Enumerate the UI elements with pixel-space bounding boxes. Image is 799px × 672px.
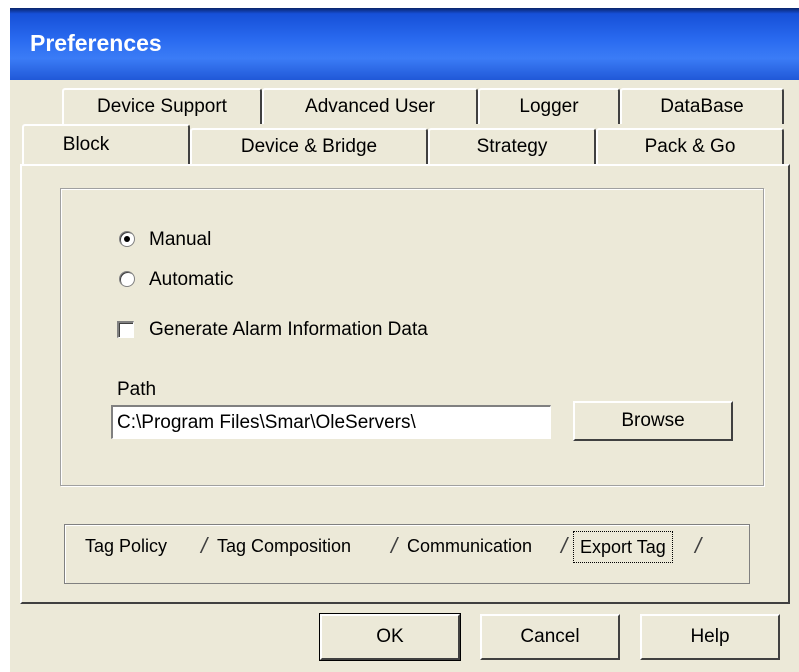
- preferences-dialog: Preferences Device Support Advanced User…: [10, 8, 799, 672]
- automatic-label[interactable]: Automatic: [149, 269, 233, 291]
- tab-block[interactable]: Block: [22, 124, 190, 164]
- subtab-separator: /: [391, 533, 398, 558]
- subtab-separator: /: [695, 533, 702, 558]
- path-label: Path: [117, 379, 157, 400]
- generate-alarm-label[interactable]: Generate Alarm Information Data: [149, 319, 428, 341]
- manual-label[interactable]: Manual: [149, 229, 211, 251]
- path-input[interactable]: [111, 405, 551, 439]
- cancel-button[interactable]: Cancel: [480, 614, 620, 660]
- block-options-group: Manual Automatic Generate Alarm Informat…: [60, 188, 764, 486]
- block-tab-panel: Manual Automatic Generate Alarm Informat…: [20, 164, 790, 604]
- automatic-radio[interactable]: [119, 271, 135, 287]
- ok-button[interactable]: OK: [319, 613, 461, 661]
- help-button[interactable]: Help: [640, 614, 780, 660]
- radio-selected-dot: [124, 236, 130, 242]
- tab-label: Pack & Go: [644, 136, 736, 157]
- title-bar[interactable]: Preferences: [10, 8, 799, 80]
- tab-device-support[interactable]: Device Support: [62, 88, 262, 124]
- tab-label: Device & Bridge: [240, 136, 378, 157]
- tab-label: DataBase: [660, 96, 744, 117]
- tab-label: Block: [62, 134, 110, 155]
- tab-pack-go[interactable]: Pack & Go: [596, 128, 784, 164]
- tab-logger[interactable]: Logger: [478, 88, 620, 124]
- subtab-tag-policy[interactable]: Tag Policy: [79, 531, 173, 561]
- tab-database[interactable]: DataBase: [620, 88, 784, 124]
- manual-radio[interactable]: [119, 231, 135, 247]
- browse-button[interactable]: Browse: [573, 401, 733, 441]
- tab-device-bridge[interactable]: Device & Bridge: [190, 128, 428, 164]
- tab-label: Logger: [519, 96, 579, 117]
- subtab-communication[interactable]: Communication: [401, 531, 538, 561]
- tab-label: Device Support: [97, 96, 227, 117]
- tab-strategy[interactable]: Strategy: [428, 128, 596, 164]
- subtab-export-tag[interactable]: Export Tag: [573, 531, 673, 563]
- tab-label: Advanced User: [305, 96, 435, 117]
- window-title: Preferences: [30, 30, 162, 56]
- tab-label: Strategy: [476, 136, 548, 157]
- tab-advanced-user[interactable]: Advanced User: [262, 88, 478, 124]
- subtab-separator: /: [201, 533, 208, 558]
- subtab-separator: /: [561, 533, 568, 558]
- generate-alarm-checkbox[interactable]: [117, 321, 134, 338]
- subtab-tag-composition[interactable]: Tag Composition: [211, 531, 357, 561]
- subtab-strip: Tag Policy / Tag Composition / Communica…: [64, 524, 750, 584]
